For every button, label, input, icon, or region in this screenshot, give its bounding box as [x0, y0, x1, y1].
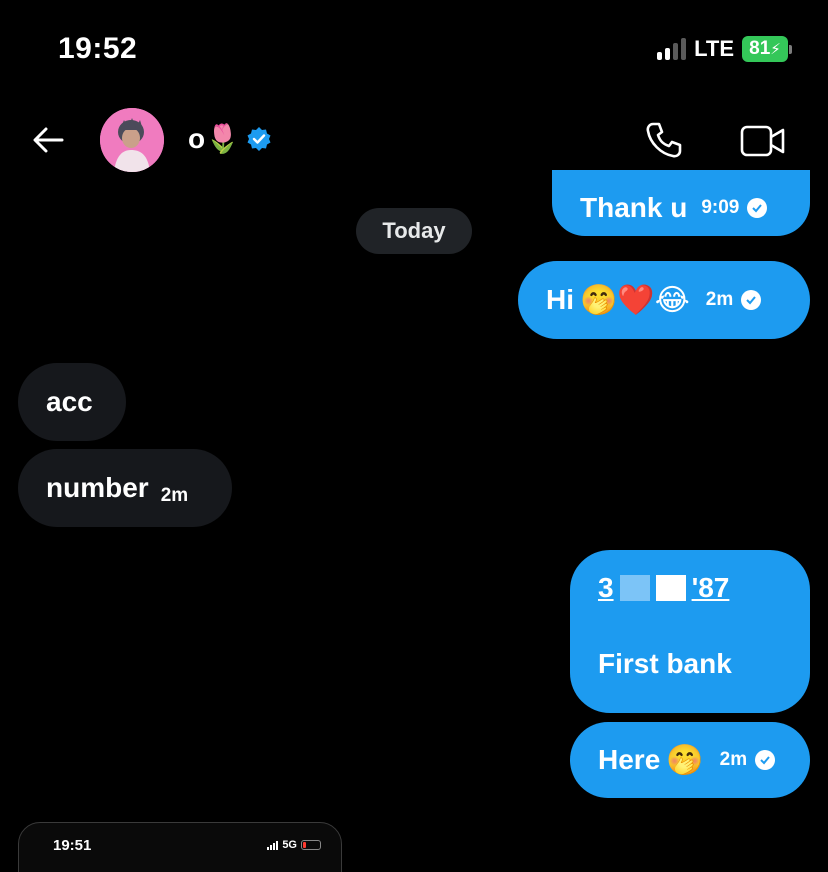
message-text: Hi [546, 284, 574, 315]
message-outgoing[interactable]: Hi 🤭❤️😂 2m [518, 261, 810, 339]
preview-status: 5G [267, 839, 321, 851]
redaction-block [619, 575, 650, 601]
preview-network: 5G [282, 839, 297, 851]
account-prefix: 3 [598, 572, 614, 603]
read-check-icon [755, 750, 776, 770]
message-time: 2m [705, 289, 734, 310]
message-outgoing[interactable]: Here 🤭 2m [570, 722, 810, 798]
message-time: 9:09 [701, 197, 740, 218]
message-time: 2m [719, 749, 748, 770]
contact-name: o🌷 [188, 123, 240, 154]
message-emoji: 🤭 [666, 742, 704, 778]
phone-icon[interactable] [644, 120, 684, 160]
message-time: 2m [160, 485, 189, 506]
battery-icon [301, 840, 321, 850]
account-suffix: '87 [691, 572, 730, 603]
message-incoming[interactable]: number 2m [18, 449, 232, 527]
signal-icon [657, 38, 687, 60]
account-number-link[interactable]: 3 '87 [598, 572, 729, 604]
battery-level: 81 [749, 38, 771, 59]
date-separator: Today [356, 208, 472, 254]
network-label: LTE [694, 36, 734, 61]
message-emoji: 🤭❤️😂 [580, 282, 690, 318]
video-camera-icon[interactable] [740, 124, 786, 158]
message-text: First bank [598, 648, 732, 679]
preview-time: 19:51 [53, 837, 92, 854]
status-indicators: LTE 81 ⚡ [657, 36, 792, 62]
arrow-left-icon[interactable] [30, 122, 66, 158]
message-incoming[interactable]: acc [18, 363, 126, 441]
read-check-icon [741, 290, 762, 310]
message-outgoing[interactable]: 3 '87 First bank [570, 550, 810, 713]
verified-badge-icon [247, 126, 271, 151]
image-attachment-preview[interactable]: 19:51 5G [18, 822, 342, 872]
battery-icon: 81 ⚡ [742, 36, 792, 62]
avatar[interactable] [100, 108, 164, 172]
redaction-block [655, 575, 686, 601]
message-text: Here [598, 744, 661, 775]
message-text: number [46, 472, 149, 503]
message-text: acc [46, 386, 93, 417]
signal-icon [267, 840, 279, 850]
contact-name-block[interactable]: o🌷 [188, 122, 272, 155]
message-text: Thank u [580, 192, 688, 223]
read-check-icon [747, 198, 768, 218]
status-time: 19:52 [58, 32, 138, 65]
message-outgoing[interactable]: Thank u 9:09 [552, 170, 810, 236]
